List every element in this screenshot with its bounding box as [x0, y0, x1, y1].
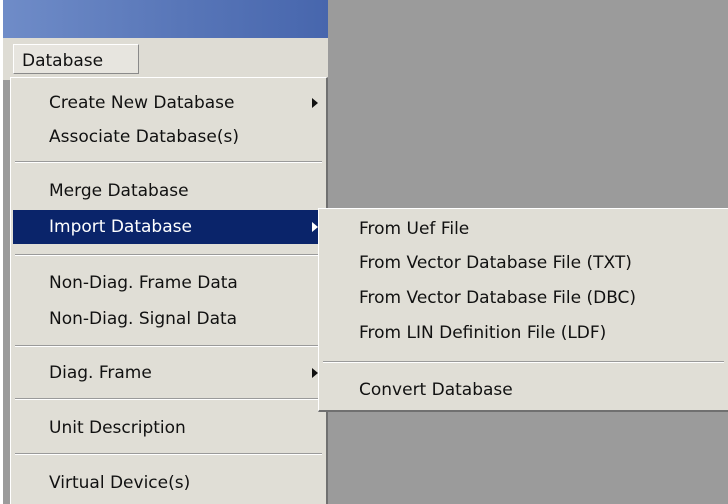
menu-item-merge-database[interactable]: Merge Database [13, 174, 324, 208]
database-dropdown-menu: Create New Database Associate Database(s… [10, 77, 328, 504]
submenu-item-label: From Vector Database File (TXT) [359, 253, 632, 273]
menu-item-label: Create New Database [49, 93, 235, 113]
submenu-item-from-lin-ldf[interactable]: From LIN Definition File (LDF) [321, 316, 726, 350]
submenu-arrow-icon [312, 98, 318, 108]
menu-separator [15, 345, 322, 347]
menu-item-label: Diag. Frame [49, 363, 152, 383]
menu-item-label: Unit Description [49, 418, 186, 438]
menu-item-import-database[interactable]: Import Database [13, 210, 324, 244]
menu-separator [15, 453, 322, 455]
menu-item-label: Merge Database [49, 181, 189, 201]
menu-item-unit-description[interactable]: Unit Description [13, 411, 324, 445]
menu-item-virtual-devices[interactable]: Virtual Device(s) [13, 466, 324, 500]
menu-item-label: Non-Diag. Signal Data [49, 309, 238, 329]
menu-separator [15, 254, 322, 256]
submenu-item-from-vector-txt[interactable]: From Vector Database File (TXT) [321, 246, 726, 280]
menu-separator [15, 161, 322, 163]
menu-item-label: Associate Database(s) [49, 127, 239, 147]
menu-database[interactable]: Database [13, 44, 139, 74]
menu-item-label: Non-Diag. Frame Data [49, 273, 238, 293]
submenu-item-from-vector-dbc[interactable]: From Vector Database File (DBC) [321, 281, 726, 315]
submenu-item-label: Convert Database [359, 380, 513, 400]
menu-item-create-new-database[interactable]: Create New Database [13, 86, 324, 120]
import-database-submenu: From Uef File From Vector Database File … [318, 208, 728, 412]
menu-item-non-diag-frame-data[interactable]: Non-Diag. Frame Data [13, 266, 324, 300]
submenu-item-label: From Uef File [359, 219, 470, 239]
menu-bar: Database [3, 38, 328, 80]
menu-separator [15, 398, 322, 400]
submenu-item-label: From LIN Definition File (LDF) [359, 323, 607, 343]
menu-item-associate-database[interactable]: Associate Database(s) [13, 120, 324, 154]
submenu-item-convert-database[interactable]: Convert Database [321, 373, 726, 407]
submenu-item-label: From Vector Database File (DBC) [359, 288, 637, 308]
menu-item-label: Import Database [49, 217, 192, 237]
menu-item-label: Virtual Device(s) [49, 473, 191, 493]
title-bar [3, 0, 328, 38]
submenu-item-from-uef-file[interactable]: From Uef File [321, 212, 726, 246]
submenu-separator [323, 361, 724, 363]
menu-item-non-diag-signal-data[interactable]: Non-Diag. Signal Data [13, 302, 324, 336]
menu-item-diag-frame[interactable]: Diag. Frame [13, 356, 324, 390]
